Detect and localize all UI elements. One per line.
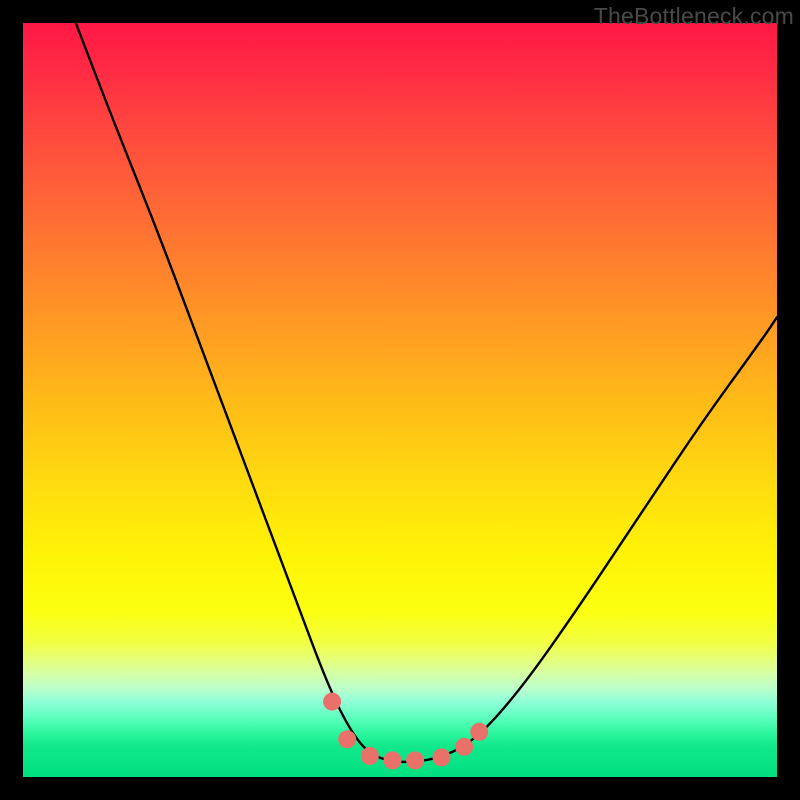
bottleneck-curve — [76, 23, 777, 762]
highlight-dot — [470, 723, 488, 741]
plot-area — [23, 23, 777, 777]
watermark-text: TheBottleneck.com — [594, 3, 794, 30]
chart-frame: TheBottleneck.com — [0, 0, 800, 800]
highlight-dot — [361, 747, 379, 765]
highlight-dot — [323, 693, 341, 711]
highlight-dot — [406, 751, 424, 769]
highlight-dot — [338, 730, 356, 748]
highlight-markers — [323, 693, 488, 770]
highlight-dot — [455, 738, 473, 756]
highlight-dot — [433, 748, 451, 766]
curve-layer — [23, 23, 777, 777]
highlight-dot — [384, 751, 402, 769]
